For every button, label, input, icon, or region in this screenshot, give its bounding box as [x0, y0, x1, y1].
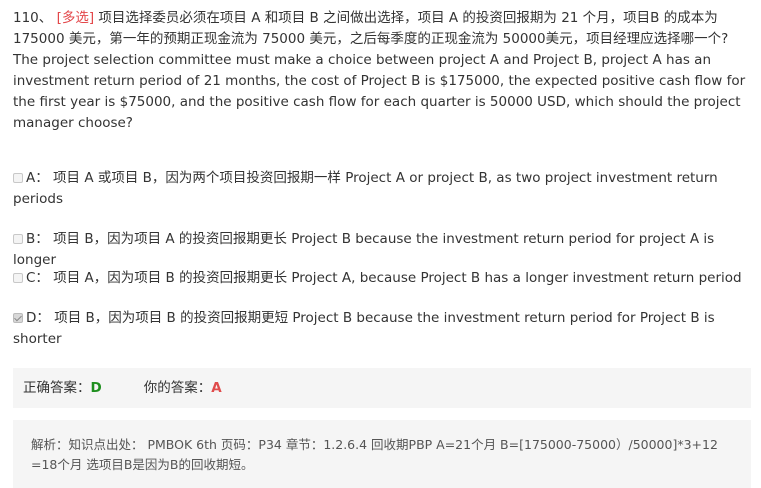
option-c-checkbox[interactable]: [13, 273, 23, 283]
question-block: 110、 [多选] 项目选择委员必须在项目 A 和项目 B 之间做出选择，项目 …: [13, 8, 748, 134]
question-text-en: The project selection committee must mak…: [13, 52, 746, 131]
your-answer-label: 你的答案：: [143, 379, 212, 396]
option-d-text: 项目 B，因为项目 B 的投资回报期更短 Project B because t…: [13, 310, 715, 347]
option-c-letter: C：: [26, 270, 49, 286]
option-c[interactable]: C： 项目 A，因为项目 B 的投资回报期更长 Project A, becau…: [13, 268, 748, 289]
option-b-letter: B：: [26, 231, 49, 247]
question-text-cn: 项目选择委员必须在项目 A 和项目 B 之间做出选择，项目 A 的投资回报期为 …: [13, 10, 729, 47]
answer-summary: 正确答案：D 你的答案：A: [13, 368, 751, 408]
option-d-checkbox[interactable]: [13, 313, 23, 323]
explanation-box: 解析：知识点出处： PMBOK 6th 页码：P34 章节：1.2.6.4 回收…: [13, 420, 751, 488]
option-a-checkbox[interactable]: [13, 173, 23, 183]
option-a-letter: A：: [26, 170, 49, 186]
option-b[interactable]: B： 项目 B，因为项目 A 的投资回报期更长 Project B becaus…: [13, 229, 748, 271]
your-answer-value: A: [211, 379, 222, 396]
option-d[interactable]: D： 项目 B，因为项目 B 的投资回报期更短 Project B becaus…: [13, 308, 748, 350]
option-a[interactable]: A： 项目 A 或项目 B，因为两个项目投资回报期一样 Project A or…: [13, 168, 748, 210]
correct-answer-label: 正确答案：: [23, 379, 91, 396]
option-d-letter: D：: [26, 310, 50, 326]
option-c-text: 项目 A，因为项目 B 的投资回报期更长 Project A, because …: [53, 270, 742, 286]
question-cn: 110、 [多选] 项目选择委员必须在项目 A 和项目 B 之间做出选择，项目 …: [13, 8, 748, 50]
question-type-tag: [多选]: [56, 10, 95, 26]
option-b-text: 项目 B，因为项目 A 的投资回报期更长 Project B because t…: [13, 231, 715, 268]
explanation-text: 解析：知识点出处： PMBOK 6th 页码：P34 章节：1.2.6.4 回收…: [31, 437, 718, 472]
question-number: 110、: [13, 10, 53, 26]
option-a-text: 项目 A 或项目 B，因为两个项目投资回报期一样 Project A or pr…: [13, 170, 718, 207]
question-panel: 110、 [多选] 项目选择委员必须在项目 A 和项目 B 之间做出选择，项目 …: [0, 0, 761, 488]
correct-answer-value: D: [90, 379, 102, 396]
option-b-checkbox[interactable]: [13, 234, 23, 244]
your-answer: 你的答案：A: [144, 378, 222, 399]
correct-answer: 正确答案：D: [23, 378, 102, 399]
